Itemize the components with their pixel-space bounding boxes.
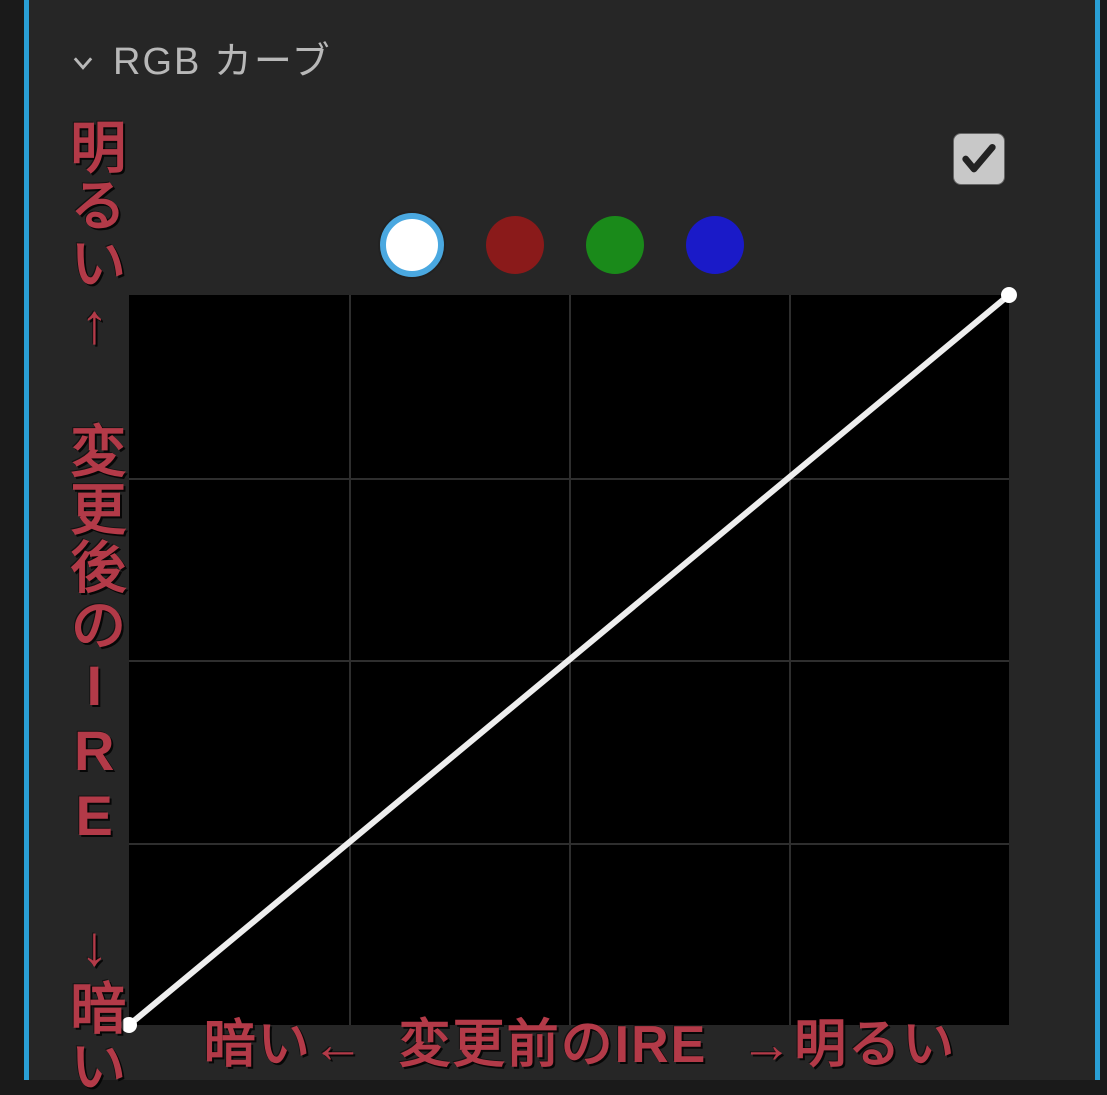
- channel-red[interactable]: [486, 216, 544, 274]
- curve-handle-shadow[interactable]: [121, 1017, 137, 1033]
- channel-blue[interactable]: [686, 216, 744, 274]
- channel-green[interactable]: [586, 216, 644, 274]
- section-header[interactable]: RGB カーブ: [29, 0, 1095, 95]
- channel-luma[interactable]: [380, 213, 444, 277]
- section-title: RGB カーブ: [113, 30, 332, 85]
- curve-editor[interactable]: [129, 295, 1009, 1025]
- gridline: [129, 843, 1009, 845]
- rgb-curves-panel: RGB カーブ: [24, 0, 1100, 1080]
- chevron-down-icon: [69, 44, 97, 72]
- section-top-row: [29, 95, 1095, 185]
- channel-selector: [29, 205, 1095, 285]
- gridline: [129, 660, 1009, 662]
- curve-handle-highlight[interactable]: [1001, 287, 1017, 303]
- enable-checkbox[interactable]: [953, 133, 1005, 185]
- curve-grid: [129, 295, 1009, 1025]
- gridline: [129, 478, 1009, 480]
